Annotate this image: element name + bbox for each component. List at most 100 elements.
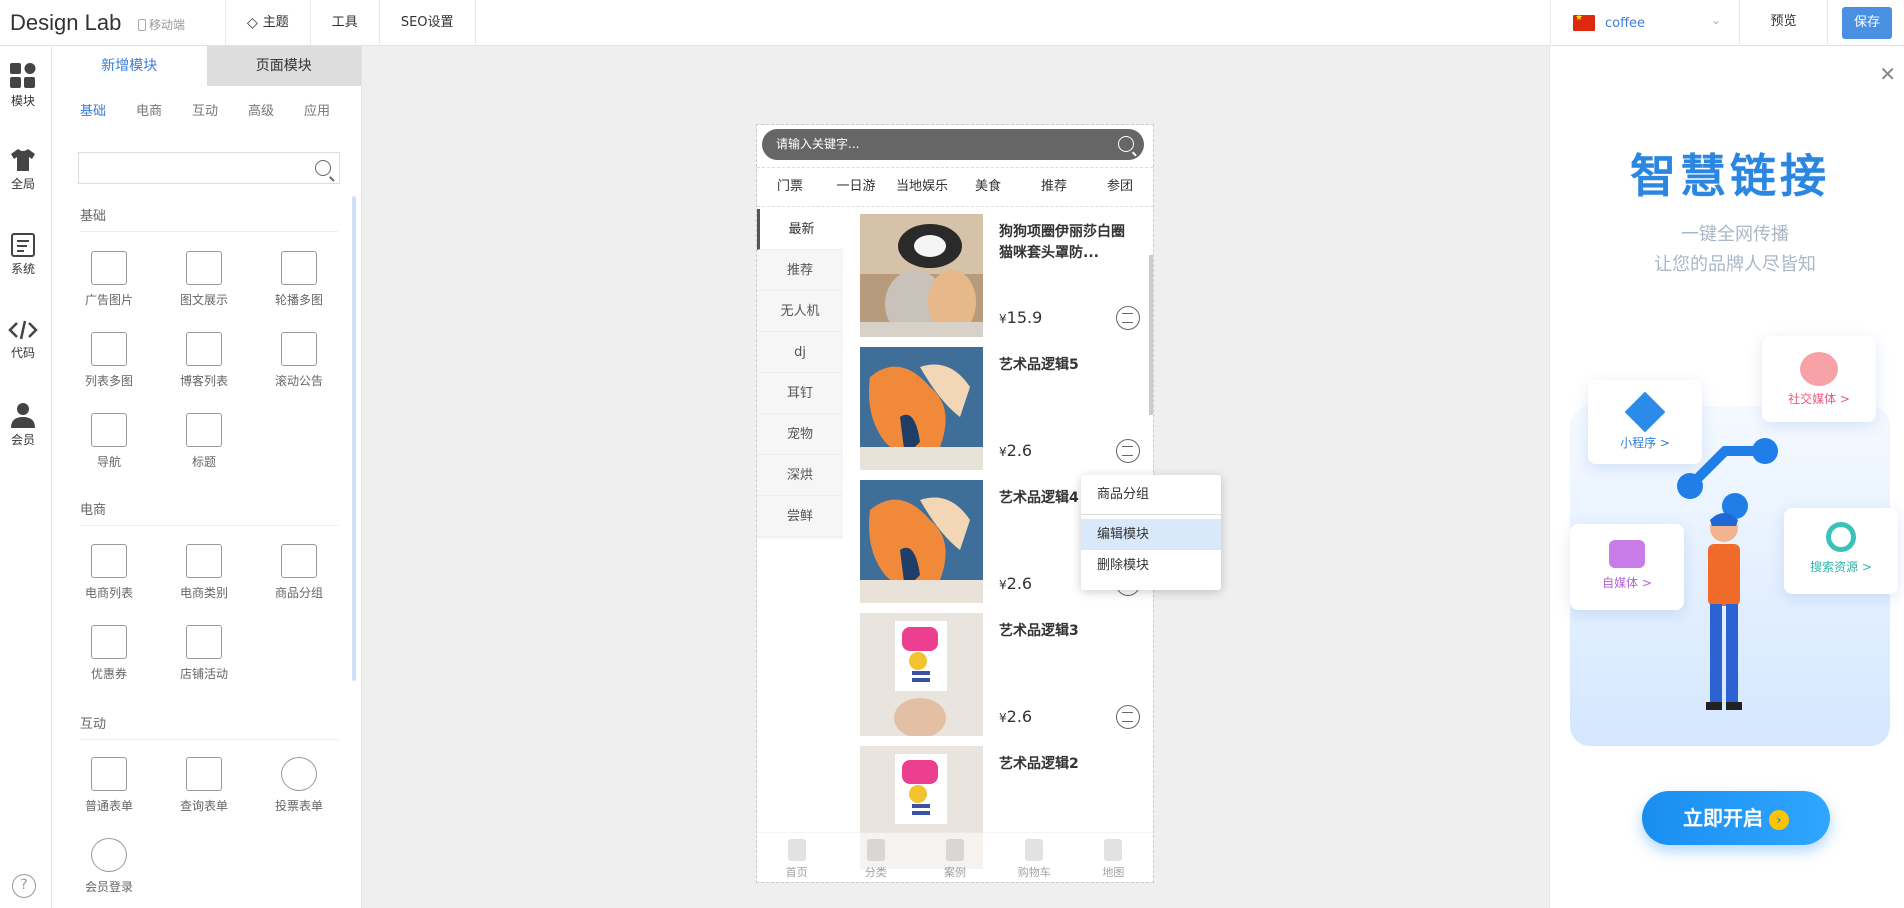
tab-add-module[interactable]: 新增模块 <box>52 46 207 86</box>
module-navigation[interactable]: 导航 <box>69 413 149 470</box>
product-group-icon <box>281 544 317 578</box>
category-item[interactable]: 无人机 <box>757 291 843 332</box>
sidebar-item-code[interactable]: 代码 <box>0 318 46 361</box>
promo-card-search[interactable]: 搜索资源 > <box>1784 508 1898 594</box>
code-icon <box>8 320 38 340</box>
section-title-basic: 基础 <box>80 209 107 224</box>
search-icon[interactable] <box>1118 136 1134 152</box>
grid-images-icon <box>91 332 127 366</box>
module-form[interactable]: 普通表单 <box>69 757 149 814</box>
bottom-nav-map[interactable]: 地图 <box>1074 833 1153 882</box>
bottom-nav-cart[interactable]: 购物车 <box>995 833 1074 882</box>
promo-card-miniprogram[interactable]: 小程序 > <box>1588 380 1702 464</box>
phone-nav-item[interactable]: 当地娱乐 <box>889 168 955 206</box>
context-menu: 商品分组 编辑模块 删除模块 <box>1081 475 1221 590</box>
module-ecommerce-category[interactable]: 电商类别 <box>164 544 244 601</box>
image-text-icon <box>186 251 222 285</box>
tshirt-icon <box>11 149 35 171</box>
bottom-nav-home[interactable]: 首页 <box>757 833 836 882</box>
phone-nav-item[interactable]: 一日游 <box>823 168 889 206</box>
category-item[interactable]: 最新 <box>757 209 843 250</box>
category-tab-advanced[interactable]: 高级 <box>248 100 304 119</box>
category-tab-ecommerce[interactable]: 电商 <box>136 100 192 119</box>
module-store-event[interactable]: 店铺活动 <box>164 625 244 682</box>
tab-page-module[interactable]: 页面模块 <box>206 46 361 86</box>
nav-seo[interactable]: SEO设置 <box>380 0 476 46</box>
module-coupon[interactable]: 优惠券 <box>69 625 149 682</box>
carousel-icon <box>281 251 317 285</box>
module-scrolling-notice[interactable]: 滚动公告 <box>259 332 339 389</box>
category-item[interactable]: 宠物 <box>757 414 843 455</box>
product-price: ¥2.6 <box>999 707 1033 726</box>
menu-item-delete-module[interactable]: 删除模块 <box>1081 550 1221 581</box>
icon-sidebar: 模块 全局 系统 代码 会员 ? <box>0 46 52 908</box>
module-blog-list[interactable]: 博客列表 <box>164 332 244 389</box>
category-item[interactable]: dj <box>757 332 843 373</box>
category-tab-basic[interactable]: 基础 <box>80 100 136 119</box>
panel-scrollbar[interactable] <box>352 196 356 681</box>
product-image <box>860 613 983 736</box>
phone-nav-item[interactable]: 门票 <box>757 168 823 206</box>
promo-panel: ✕ 智慧链接 一键全网传播 让您的品牌人尽皆知 社交媒体 > 小程序 > 自媒体 … <box>1549 46 1904 908</box>
bottom-nav-cases[interactable]: 案例 <box>915 833 994 882</box>
add-to-cart-icon[interactable] <box>1116 306 1140 330</box>
product-item[interactable]: 艺术品逻辑3 ¥2.6 <box>860 613 1146 738</box>
phone-search-bar[interactable]: 请输入关键字... <box>762 129 1144 160</box>
module-product-group[interactable]: 商品分组 <box>259 544 339 601</box>
category-tab-apps[interactable]: 应用 <box>304 100 360 119</box>
checkmark-icon <box>281 757 317 791</box>
category-item[interactable]: 深烘 <box>757 455 843 496</box>
module-ecommerce-list[interactable]: 电商列表 <box>69 544 149 601</box>
sidebar-item-modules[interactable]: 模块 <box>0 62 46 109</box>
nav-tools[interactable]: 工具 <box>311 0 380 46</box>
category-item[interactable]: 尝鲜 <box>757 496 843 537</box>
phone-nav-item[interactable]: 推荐 <box>1021 168 1087 206</box>
arrow-right-icon: › <box>1769 809 1789 830</box>
add-to-cart-icon[interactable] <box>1116 439 1140 463</box>
module-vote-form[interactable]: 投票表单 <box>259 757 339 814</box>
module-panel: 新增模块 页面模块 基础 电商 互动 高级 应用 基础 广告图片 图文展示 轮播… <box>52 46 362 908</box>
save-button[interactable]: 保存 <box>1842 7 1892 39</box>
sidebar-item-member[interactable]: 会员 <box>0 401 46 448</box>
section-title-interactive: 互动 <box>80 717 107 732</box>
product-item[interactable]: 狗狗项圈伊丽莎白圈猫咪套头罩防... ¥15.9 <box>860 214 1146 339</box>
product-item[interactable]: 艺术品逻辑5 ¥2.6 <box>860 347 1146 472</box>
category-item[interactable]: 耳钉 <box>757 373 843 414</box>
phone-scrollbar[interactable] <box>1149 255 1153 415</box>
mobile-toggle[interactable]: 移动端 <box>138 16 185 33</box>
search-icon[interactable] <box>315 160 331 176</box>
bottom-nav-category[interactable]: 分类 <box>836 833 915 882</box>
module-search-input[interactable] <box>78 152 340 184</box>
start-now-button[interactable]: 立即开启 › <box>1642 791 1830 845</box>
fork-knife-icon <box>866 839 885 861</box>
china-flag-icon <box>1573 13 1595 31</box>
sidebar-item-system[interactable]: 系统 <box>0 232 46 277</box>
phone-nav-item[interactable]: 参团 <box>1087 168 1153 206</box>
product-title: 艺术品逻辑2 <box>999 756 1079 772</box>
system-icon <box>11 233 35 257</box>
title-icon <box>186 413 222 447</box>
menu-item-edit-module[interactable]: 编辑模块 <box>1081 519 1221 550</box>
module-image-text[interactable]: 图文展示 <box>164 251 244 308</box>
help-icon[interactable]: ? <box>12 874 36 898</box>
promo-card-selfmedia[interactable]: 自媒体 > <box>1570 524 1684 610</box>
phone-nav-item[interactable]: 美食 <box>955 168 1021 206</box>
language-select[interactable]: coffee ⌄ <box>1550 0 1740 46</box>
sidebar-item-global[interactable]: 全局 <box>0 147 46 192</box>
module-carousel[interactable]: 轮播多图 <box>259 251 339 308</box>
add-to-cart-icon[interactable] <box>1116 705 1140 729</box>
menu-item-product-group[interactable]: 商品分组 <box>1081 479 1221 510</box>
preview-button[interactable]: 预览 <box>1740 0 1828 46</box>
module-member-login[interactable]: 会员登录 <box>69 838 149 895</box>
video-camera-icon <box>1609 540 1645 568</box>
module-heading[interactable]: 标题 <box>164 413 244 470</box>
promo-card-social[interactable]: 社交媒体 > <box>1762 336 1876 422</box>
close-icon[interactable]: ✕ <box>1879 62 1896 86</box>
category-tab-interactive[interactable]: 互动 <box>192 100 248 119</box>
nav-theme[interactable]: ◇ 主题 <box>226 0 311 46</box>
module-query-form[interactable]: 查询表单 <box>164 757 244 814</box>
section-divider <box>80 231 338 232</box>
module-ad-image[interactable]: 广告图片 <box>69 251 149 308</box>
category-item[interactable]: 推荐 <box>757 250 843 291</box>
module-list-images[interactable]: 列表多图 <box>69 332 149 389</box>
